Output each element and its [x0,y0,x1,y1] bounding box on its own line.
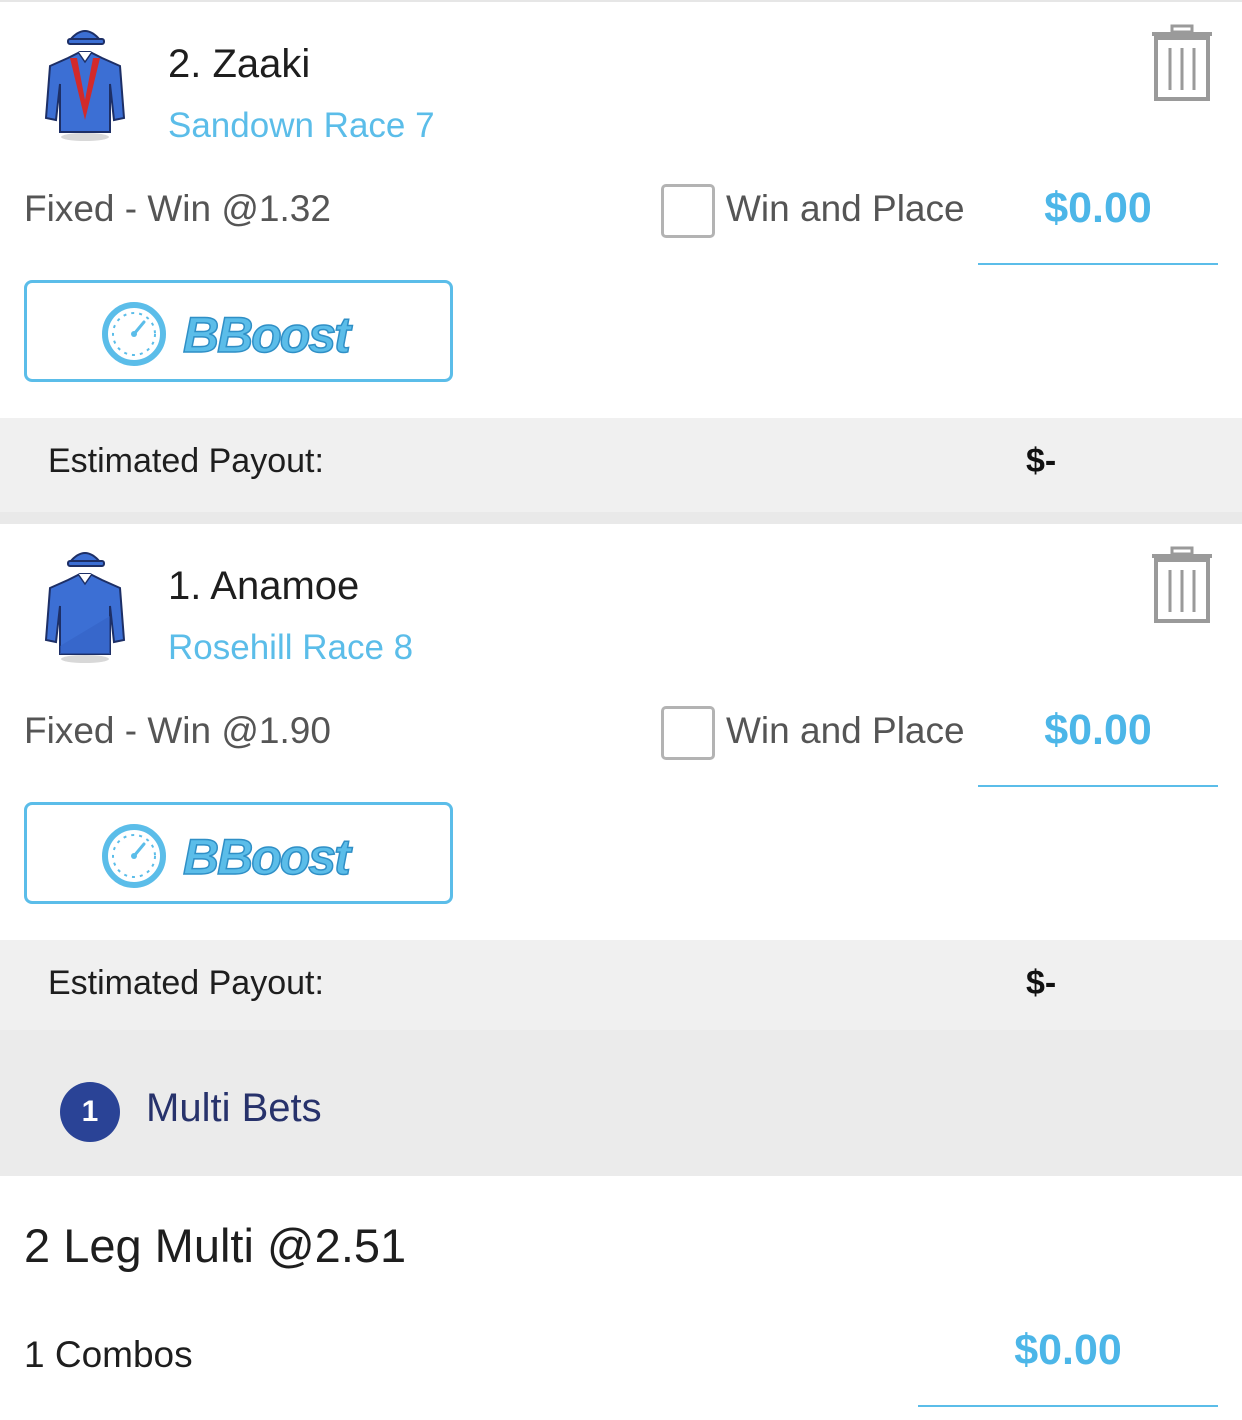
runner-name: 1. Anamoe [168,564,360,608]
multi-bets-header[interactable]: 1 Multi Bets [0,1030,1242,1176]
bet-type: Fixed - Win @1.90 [24,710,331,751]
multi-stake-input[interactable]: $0.00 [918,1326,1218,1375]
multi-bets-title: Multi Bets [146,1086,322,1130]
payout-label: Estimated Payout: [48,964,324,1002]
payout-value: $- [1026,964,1057,1002]
boost-label: BBoost [183,829,353,885]
estimated-payout-bar: Estimated Payout: $- [0,418,1242,512]
race-name[interactable]: Rosehill Race 8 [168,628,413,668]
bet-type: Fixed - Win @1.32 [24,188,331,229]
boost-button[interactable]: BBoost [24,802,453,904]
boost-button[interactable]: BBoost [24,280,453,382]
speedometer-icon [102,302,166,366]
bet-slip: 2. Zaaki Sandown Race 7 Fixed - Win @1.3… [0,0,1242,1420]
combos-text: 1 Combos [24,1334,193,1375]
payout-label: Estimated Payout: [48,442,324,480]
multi-leg-text: 2 Leg Multi @2.51 [24,1219,407,1272]
boost-label: BBoost [183,307,353,363]
multi-count-badge: 1 [60,1082,120,1142]
divider [0,512,1242,524]
win-place-checkbox[interactable] [661,706,715,760]
stake-input[interactable]: $0.00 [978,184,1218,233]
jockey-silk-icon [44,30,126,141]
trash-icon[interactable] [1150,546,1214,624]
bet-card-anamoe: 1. Anamoe Rosehill Race 8 Fixed - Win @1… [0,524,1242,940]
estimated-payout-bar: Estimated Payout: $- [0,940,1242,1030]
race-name[interactable]: Sandown Race 7 [168,106,435,146]
stake-underline [978,785,1218,787]
runner-name: 2. Zaaki [168,42,311,86]
payout-value: $- [1026,442,1057,480]
stake-input[interactable]: $0.00 [978,706,1218,755]
win-place-label: Win and Place [726,710,965,751]
win-place-label: Win and Place [726,188,965,229]
speedometer-icon [102,824,166,888]
stake-underline [918,1405,1218,1407]
trash-icon[interactable] [1150,24,1214,102]
divider [0,0,1242,2]
win-place-checkbox[interactable] [661,184,715,238]
jockey-silk-icon [44,552,126,663]
stake-underline [978,263,1218,265]
bet-card-zaaki: 2. Zaaki Sandown Race 7 Fixed - Win @1.3… [0,0,1242,418]
